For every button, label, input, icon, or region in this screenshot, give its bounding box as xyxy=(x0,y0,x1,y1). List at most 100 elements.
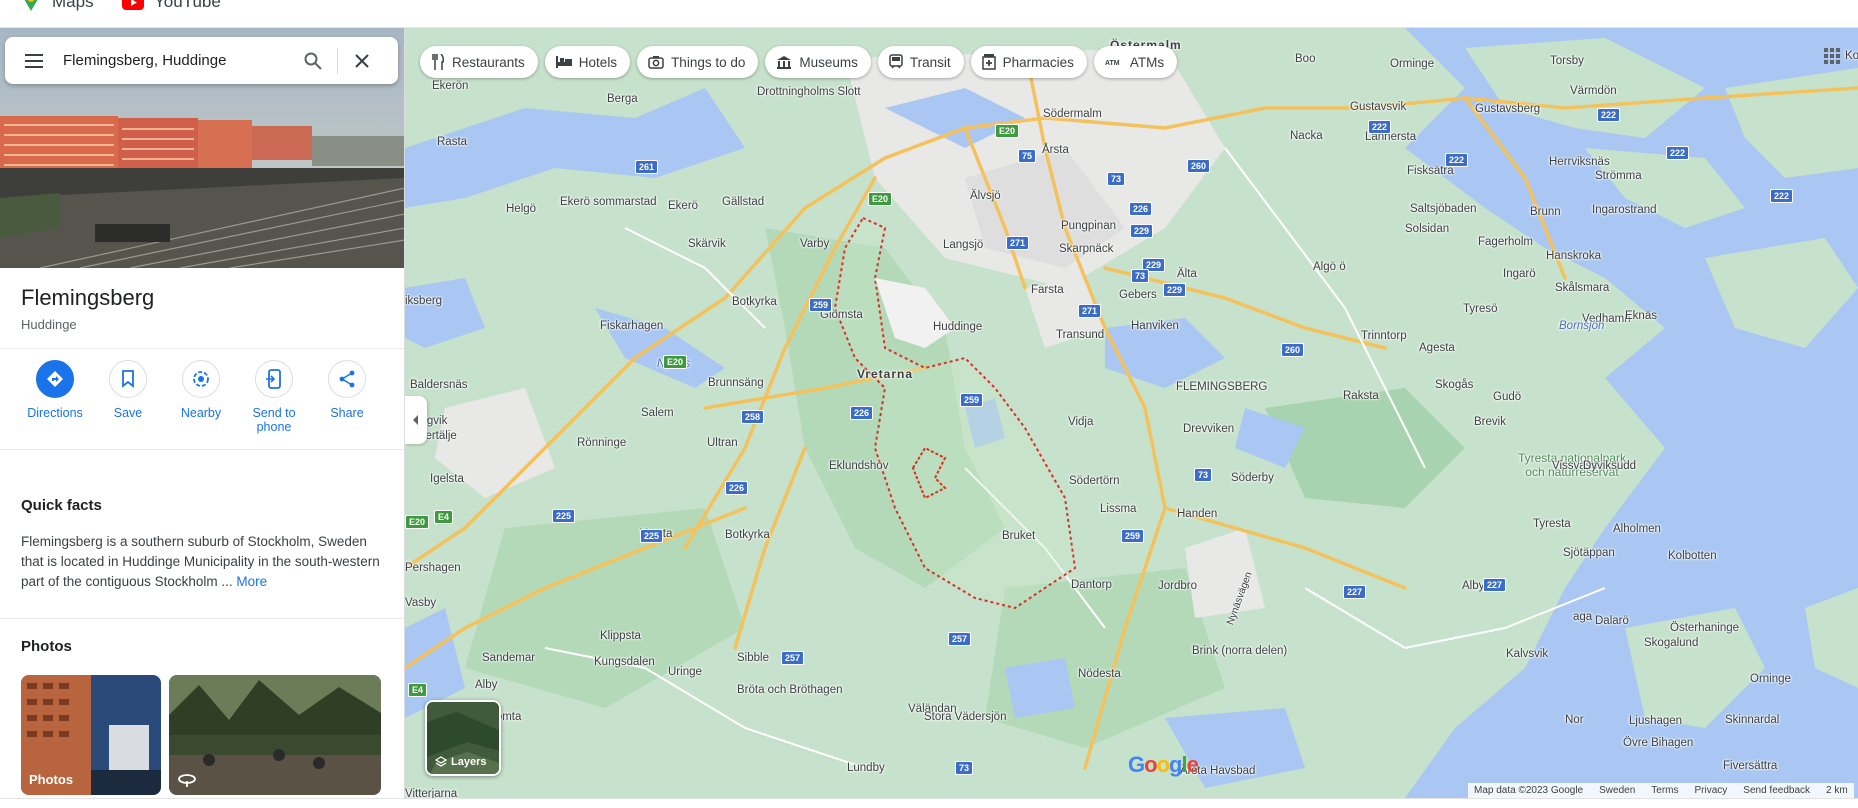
map-place-label[interactable]: Bröta och Bröthagen xyxy=(737,684,843,696)
map-place-label[interactable]: Boo xyxy=(1295,53,1315,65)
map-place-label[interactable]: Transund xyxy=(1056,329,1104,341)
map-place-label[interactable]: Sibble xyxy=(737,652,769,664)
map-place-label[interactable]: Södermalm xyxy=(1043,108,1102,120)
chip-hotels[interactable]: Hotels xyxy=(544,46,631,78)
map-place-label[interactable]: Dalarö xyxy=(1595,615,1629,627)
map-place-label[interactable]: Torsby xyxy=(1550,55,1584,67)
map-place-label[interactable]: Stora Vädersjön xyxy=(924,711,1006,723)
map-place-label[interactable]: Varby xyxy=(800,238,829,250)
nearby-button[interactable]: Nearby xyxy=(164,360,238,420)
map-place-label[interactable]: Ekerön xyxy=(432,80,468,92)
map-place-label[interactable]: Kolbotten xyxy=(1668,550,1717,562)
map-place-label[interactable]: Ljushagen xyxy=(1629,715,1682,727)
map-place-label[interactable]: Handen xyxy=(1177,508,1217,520)
chip-museums[interactable]: Museums xyxy=(765,46,871,78)
map-place-label[interactable]: Botkyrka xyxy=(725,529,770,541)
map-place-label[interactable]: Årsta xyxy=(1042,144,1069,156)
map-place-label[interactable]: Vidja xyxy=(1068,416,1093,428)
menu-button[interactable] xyxy=(5,37,63,84)
more-link[interactable]: More xyxy=(236,574,267,589)
map-place-label[interactable]: Brink (norra delen) xyxy=(1192,645,1287,657)
map-place-label[interactable]: Vretarna xyxy=(857,367,913,381)
map-place-label[interactable]: Herrviksnäs xyxy=(1549,156,1610,168)
map-place-label[interactable]: Rönninge xyxy=(577,437,626,449)
map-place-label[interactable]: Kungsdalen xyxy=(594,656,655,668)
photo-tile-360[interactable] xyxy=(169,675,381,795)
directions-button[interactable]: Directions xyxy=(18,360,92,420)
map-place-label[interactable]: Trinntorp xyxy=(1361,330,1407,342)
map-place-label[interactable]: Brunn xyxy=(1530,206,1561,218)
map-place-label[interactable]: Sjötäppan xyxy=(1563,547,1615,559)
map-place-label[interactable]: Kalvsvik xyxy=(1506,648,1548,660)
map-place-label[interactable]: Vasby xyxy=(405,597,436,609)
map-place-label[interactable]: Ekerö sommarstad xyxy=(560,196,657,208)
map-place-label[interactable]: Bruket xyxy=(1002,530,1035,542)
map-place-label[interactable]: Gudö xyxy=(1493,391,1521,403)
map-place-label[interactable]: Söderby xyxy=(1231,472,1274,484)
map-place-label[interactable]: Ekerö xyxy=(668,200,698,212)
save-button[interactable]: Save xyxy=(91,360,165,420)
terms-link[interactable]: Terms xyxy=(1651,785,1678,796)
map-place-label[interactable]: Drottningholms Slott xyxy=(757,86,861,98)
map-place-label[interactable]: Vitterjarna xyxy=(405,788,457,798)
google-apps-button[interactable] xyxy=(1824,48,1840,69)
map-place-label[interactable]: Kopparm xyxy=(1845,50,1858,62)
map-place-label[interactable]: Igelsta xyxy=(430,473,464,485)
map-place-label[interactable]: Skogås xyxy=(1435,379,1473,391)
map-place-label[interactable]: Skogalund xyxy=(1644,637,1698,649)
scale-bar[interactable]: 2 km xyxy=(1826,785,1848,796)
chip-transit[interactable]: Transit xyxy=(877,46,964,78)
search-box[interactable] xyxy=(5,37,398,84)
map-place-label[interactable]: Brevik xyxy=(1474,416,1506,428)
map-place-label[interactable]: Gustavsberg xyxy=(1475,103,1540,115)
collapse-panel-button[interactable] xyxy=(405,396,427,444)
map-place-label[interactable]: Nor xyxy=(1565,714,1584,726)
map-place-label[interactable]: Fagerholm xyxy=(1478,236,1533,248)
map-place-label[interactable]: Pershagen xyxy=(405,562,461,574)
map-place-label[interactable]: Brunnsäng xyxy=(708,377,764,389)
map-place-label[interactable]: Algö ö xyxy=(1313,261,1346,273)
map-place-label[interactable]: Berga xyxy=(607,93,638,105)
map-place-label[interactable]: Botkyrka xyxy=(732,296,777,308)
map-place-label[interactable]: Orninge xyxy=(1750,673,1791,685)
map-place-label[interactable]: Huddinge xyxy=(933,321,982,333)
map-place-label[interactable]: Baldersnäs xyxy=(410,379,468,391)
map-place-label[interactable]: Pungpinan xyxy=(1061,220,1116,232)
map-place-label[interactable]: Farsta xyxy=(1031,284,1064,296)
map-place-label[interactable]: Dyviksudd xyxy=(1583,460,1636,472)
search-input[interactable] xyxy=(63,52,293,69)
map-place-label[interactable]: Lundby xyxy=(847,762,885,774)
map-place-label[interactable]: Skålsmara xyxy=(1555,282,1609,294)
map-place-label[interactable]: Älta xyxy=(1177,268,1197,280)
send-to-phone-button[interactable]: Send to phone xyxy=(237,360,311,434)
map-place-label[interactable]: Hanskroka xyxy=(1546,250,1601,262)
map-place-label[interactable]: Sandemar xyxy=(482,652,535,664)
map-place-label[interactable]: Gustavsvik xyxy=(1350,101,1406,113)
share-button[interactable]: Share xyxy=(310,360,384,420)
map-place-label[interactable]: Nödesta xyxy=(1078,668,1121,680)
map-place-label[interactable]: Alby xyxy=(1462,580,1484,592)
map-place-label[interactable]: Orminge xyxy=(1390,58,1434,70)
map-place-label[interactable]: Klippsta xyxy=(600,630,641,642)
privacy-link[interactable]: Privacy xyxy=(1695,785,1728,796)
map-place-label[interactable]: Rakstа xyxy=(1343,390,1379,402)
map-place-label[interactable]: Rasta xyxy=(437,136,467,148)
map-place-label[interactable]: Tyresta xyxy=(1533,518,1571,530)
bookmark-youtube[interactable]: YouTube xyxy=(122,0,221,12)
map-place-label[interactable]: Skarpnäck xyxy=(1059,243,1113,255)
map-place-label[interactable]: Södertörn xyxy=(1069,475,1120,487)
layers-button[interactable]: Layers xyxy=(425,700,501,776)
chip-restaurants[interactable]: Restaurants xyxy=(420,46,538,78)
chip-atms[interactable]: ATM ATMs xyxy=(1093,46,1178,78)
map-place-label[interactable]: Salem xyxy=(641,407,674,419)
map-place-label[interactable]: Agesta xyxy=(1419,342,1455,354)
map-place-label[interactable]: Strömma xyxy=(1595,170,1642,182)
map-place-label[interactable]: Övre Bihagen xyxy=(1623,737,1693,749)
map-place-label[interactable]: Eknäs xyxy=(1625,310,1657,322)
chip-things-to-do[interactable]: Things to do xyxy=(637,46,759,78)
map-place-label[interactable]: Helgö xyxy=(506,203,536,215)
map-place-label[interactable]: Fiskarhagen xyxy=(600,320,663,332)
map-place-label[interactable]: Eklundshov xyxy=(829,460,888,472)
photo-tile-main[interactable]: Photos xyxy=(21,675,161,795)
map-place-label[interactable]: Värmdön xyxy=(1570,85,1617,97)
